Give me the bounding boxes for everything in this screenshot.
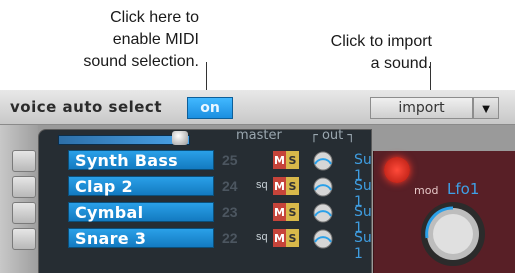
mute-button[interactable]: M xyxy=(273,177,286,195)
import-button[interactable]: import xyxy=(370,97,473,119)
solo-button[interactable]: S xyxy=(286,229,299,247)
mod-amount-knob-icon[interactable] xyxy=(417,198,489,270)
voice-row: Cymbal 23 M S Sub 1 xyxy=(12,200,381,236)
voice-number: 22 xyxy=(222,230,238,246)
voice-name-button[interactable]: Cymbal xyxy=(68,202,214,222)
master-label: master xyxy=(236,128,282,143)
row-handle[interactable] xyxy=(12,176,36,198)
callout-midi-sound-selection: Click here to enable MIDI sound selectio… xyxy=(83,7,199,73)
pan-knob-icon[interactable] xyxy=(312,228,334,250)
voice-row: Clap 2 24 sq M S Sub 1 xyxy=(12,174,381,210)
mute-solo-buttons: M S xyxy=(273,177,299,195)
mute-button[interactable]: M xyxy=(273,203,286,221)
pan-knob-icon[interactable] xyxy=(312,150,334,172)
mod-label: mod xyxy=(414,184,439,197)
mute-solo-buttons: M S xyxy=(273,229,299,247)
callout-line-2: a sound. xyxy=(370,55,432,72)
callout-line-1: Click to import xyxy=(330,33,432,50)
voice-auto-select-label: voice auto select xyxy=(10,98,162,116)
out-label: ┌ out ┐ xyxy=(310,128,356,143)
plugin-window: voice auto select on import ▼ master ┌ o… xyxy=(0,90,515,273)
voice-auto-select-on-button[interactable]: on xyxy=(187,97,233,119)
voice-number: 24 xyxy=(222,178,238,194)
import-dropdown-arrow-icon[interactable]: ▼ xyxy=(473,97,499,119)
voice-row: Snare 3 22 sq M S Sub 1 xyxy=(12,226,381,262)
solo-button[interactable]: S xyxy=(286,177,299,195)
voice-number: 25 xyxy=(222,152,238,168)
pan-knob-icon[interactable] xyxy=(312,176,334,198)
callout-line-2: enable MIDI xyxy=(112,31,199,48)
mute-solo-buttons: M S xyxy=(273,151,299,169)
master-slider-handle[interactable] xyxy=(172,131,188,145)
row-handle[interactable] xyxy=(12,228,36,250)
lfo-source-select[interactable]: Lfo1 xyxy=(447,180,479,198)
solo-button[interactable]: S xyxy=(286,151,299,169)
voice-sq-label: sq xyxy=(256,231,268,243)
pan-knob-icon[interactable] xyxy=(312,202,334,224)
power-icon[interactable] xyxy=(384,157,410,183)
solo-button[interactable]: S xyxy=(286,203,299,221)
mute-solo-buttons: M S xyxy=(273,203,299,221)
row-handle[interactable] xyxy=(12,202,36,224)
mute-button[interactable]: M xyxy=(273,229,286,247)
voice-name-button[interactable]: Clap 2 xyxy=(68,176,214,196)
mute-button[interactable]: M xyxy=(273,151,286,169)
row-handle[interactable] xyxy=(12,150,36,172)
voice-row: Synth Bass 25 M S Sub 1 xyxy=(12,148,381,184)
callout-import-sound: Click to import a sound. xyxy=(331,31,432,75)
voice-name-button[interactable]: Snare 3 xyxy=(68,228,214,248)
callout-line-3: sound selection. xyxy=(83,53,199,70)
callout-line-1: Click here to xyxy=(110,9,199,26)
voice-name-button[interactable]: Synth Bass xyxy=(68,150,214,170)
left-scroll-strip xyxy=(0,125,38,273)
master-volume-slider[interactable] xyxy=(58,135,190,145)
voice-sq-label: sq xyxy=(256,179,268,191)
toolbar: voice auto select on import ▼ xyxy=(0,90,515,125)
voice-number: 23 xyxy=(222,204,238,220)
